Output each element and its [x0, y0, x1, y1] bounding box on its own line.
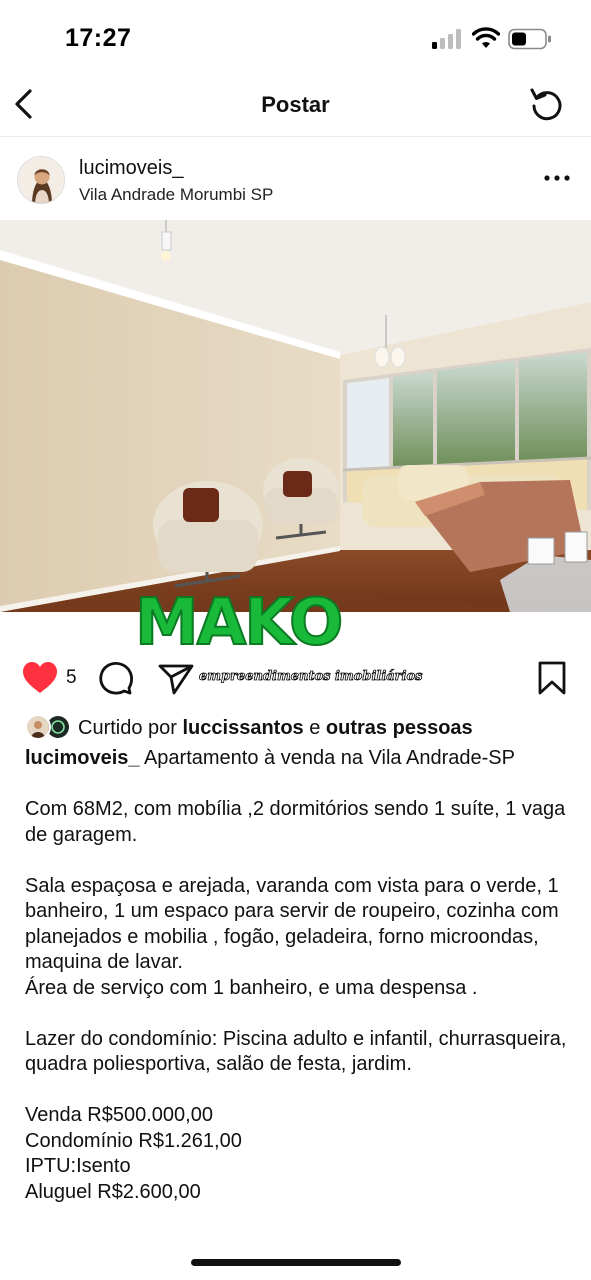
watermark-brand: MAKO [134, 585, 344, 661]
post-header: lucimoveis_ Vila Andrade Morumbi SP [0, 140, 591, 220]
page-title: Postar [261, 92, 330, 117]
caption-paragraph-2b: Área de serviço com 1 banheiro, e uma de… [25, 976, 478, 999]
liked-by-connector: e [309, 717, 321, 739]
heart-filled-icon[interactable] [21, 660, 59, 696]
cellular-signal-icon [432, 29, 461, 49]
status-bar: 17:27 [0, 0, 591, 75]
more-horizontal-icon[interactable] [542, 168, 572, 188]
home-indicator[interactable] [191, 1259, 401, 1266]
likes-count[interactable]: 5 [66, 667, 77, 689]
liked-by-prefix: Curtido por [78, 717, 177, 739]
caption-paragraph-2: Sala espaçosa e arejada, varanda com vis… [25, 874, 559, 974]
liked-by-user[interactable]: luccissantos [183, 717, 304, 739]
wifi-icon [472, 27, 500, 48]
caption-price-sale: Venda R$500.000,00 [25, 1104, 213, 1126]
caption-price-iptu: IPTU:Isento [25, 1155, 131, 1177]
liked-by-text: Curtido por luccissantos e outras pessoa… [78, 717, 473, 740]
refresh-icon[interactable] [528, 85, 566, 123]
battery-icon [508, 28, 551, 50]
post-photo[interactable] [0, 220, 591, 612]
avatar[interactable] [17, 156, 65, 204]
caption-headline: Apartamento à venda na Vila Andrade-SP [143, 747, 515, 769]
bookmark-icon[interactable] [536, 660, 568, 696]
caption-paragraph-1: Com 68M2, com mobília ,2 dormitórios sen… [25, 798, 566, 846]
post-location[interactable]: Vila Andrade Morumbi SP [79, 185, 273, 205]
caption-price-rent: Aluguel R$2.600,00 [25, 1180, 201, 1203]
liker-avatar [25, 714, 51, 740]
post-username[interactable]: lucimoveis_ [79, 157, 183, 180]
caption-username[interactable]: lucimoveis_ [25, 747, 140, 769]
caption-price-condo: Condomínio R$1.261,00 [25, 1129, 242, 1152]
top-nav-bar: Postar [0, 75, 591, 137]
liked-by-others[interactable]: outras pessoas [326, 717, 473, 739]
caption-paragraph-3: Lazer do condomínio: Piscina adulto e in… [25, 1027, 567, 1076]
post-caption: lucimoveis_ Apartamento à venda na Vila … [25, 746, 575, 1205]
post-action-bar: 5 [0, 655, 591, 705]
comment-icon[interactable] [97, 659, 135, 697]
share-send-icon[interactable] [157, 659, 195, 697]
liked-by-row[interactable]: Curtido por luccissantos e outras pessoa… [25, 714, 585, 744]
status-time: 17:27 [65, 24, 132, 52]
